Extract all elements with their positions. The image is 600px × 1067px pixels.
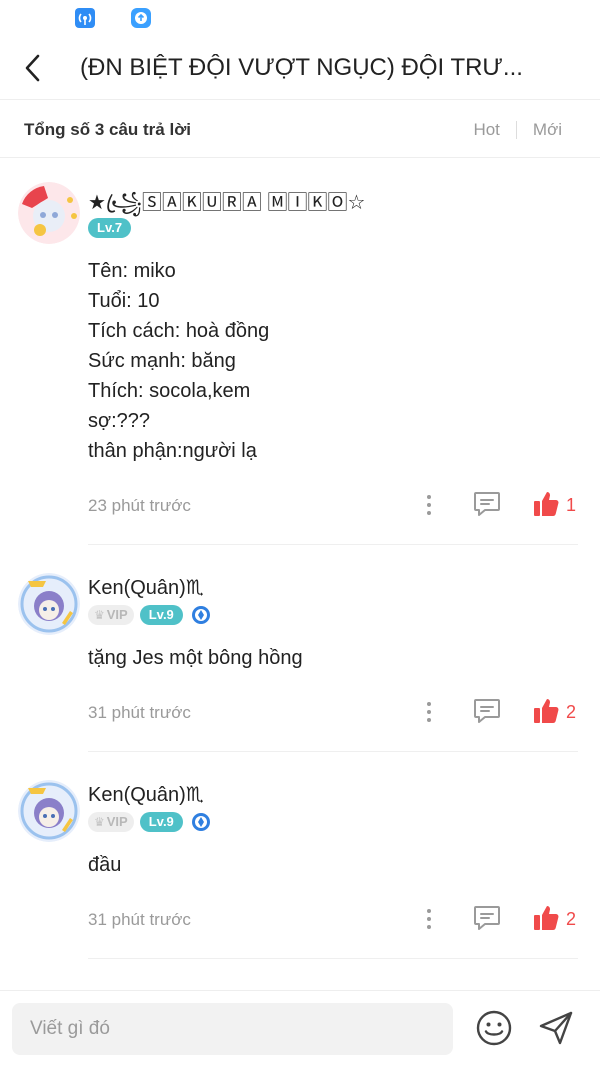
comment-time: 23 phút trước (88, 496, 191, 515)
vip-badge: ♛ VIP (88, 812, 134, 832)
comment-author[interactable]: Ken(Quân)♏ (88, 782, 204, 807)
comment-icon (474, 906, 500, 930)
comment-line: Thích: socola,kem (88, 380, 251, 402)
comment-divider (88, 544, 578, 545)
send-icon (539, 1011, 573, 1045)
more-vertical-icon (427, 702, 431, 722)
reply-button[interactable] (472, 904, 502, 932)
reply-button[interactable] (472, 490, 502, 518)
vip-badge: ♛ VIP (88, 605, 134, 625)
comment-line: Tên: miko (88, 260, 176, 282)
comment-text: Tên: miko Tuổi: 10 Tích cách: hoà đồng S… (88, 256, 269, 466)
vip-label: VIP (106, 814, 128, 829)
comment-input[interactable] (12, 1003, 453, 1055)
thumbs-up-icon (534, 699, 559, 723)
avatar[interactable] (18, 182, 80, 244)
comment-line: sợ:??? (88, 410, 151, 432)
page-title: (ĐN BIỆT ĐỘI VƯỢT NGỤC) ĐỘI TRƯ... (80, 54, 523, 81)
hotspot-icon (75, 8, 95, 28)
comment-composer (0, 990, 600, 1067)
comment-line: tặng Jes một bông hồng (88, 647, 303, 669)
level-badge: Lv.7 (88, 218, 132, 238)
verified-shield-icon (191, 813, 210, 831)
comment-divider (88, 751, 578, 752)
sort-tabs: Hot Mới (473, 120, 562, 140)
comment-line: Sức mạnh: băng (88, 350, 236, 372)
top-bar: (ĐN BIỆT ĐỘI VƯỢT NGỤC) ĐỘI TRƯ... (0, 36, 600, 100)
comment-icon (474, 492, 500, 516)
send-button[interactable] (536, 1008, 576, 1048)
avatar[interactable] (18, 573, 80, 635)
author-badges: ♛ VIP Lv.9 (88, 605, 211, 625)
comment-icon (474, 699, 500, 723)
author-badges: ♛ VIP Lv.9 (88, 812, 211, 832)
comment-line: thân phận:người lạ (88, 440, 257, 462)
sort-divider (515, 121, 517, 139)
like-count: 2 (566, 909, 577, 929)
comment-time: 31 phút trước (88, 910, 191, 929)
sort-new-tab[interactable]: Mới (533, 120, 562, 140)
chevron-left-icon (25, 54, 40, 82)
comment-time: 31 phút trước (88, 703, 191, 722)
like-count: 2 (566, 702, 577, 722)
comment-author[interactable]: Ken(Quân)♏ (88, 575, 204, 600)
verified-shield-icon (191, 606, 210, 624)
reply-summary-bar: Tổng số 3 câu trả lời Hot Mới (0, 100, 600, 158)
level-badge: Lv.9 (139, 605, 183, 625)
more-options-button[interactable] (420, 907, 438, 931)
thumbs-up-icon (534, 906, 559, 930)
status-bar (0, 0, 600, 36)
comment-divider (88, 958, 578, 959)
avatar[interactable] (18, 780, 80, 842)
reply-count: Tổng số 3 câu trả lời (24, 120, 192, 139)
like-button[interactable] (532, 490, 560, 518)
crown-icon: ♛ (94, 608, 105, 622)
back-button[interactable] (16, 50, 52, 86)
more-options-button[interactable] (420, 493, 438, 517)
comment-text: tặng Jes một bông hồng (88, 643, 303, 673)
more-vertical-icon (427, 495, 431, 515)
like-count: 1 (566, 495, 577, 515)
like-button[interactable] (532, 904, 560, 932)
smiley-icon (476, 1010, 512, 1046)
comment-line: Tích cách: hoà đồng (88, 320, 270, 342)
level-badge: Lv.9 (139, 812, 183, 832)
thumbs-up-icon (534, 492, 559, 516)
vip-label: VIP (106, 607, 128, 622)
sort-hot-tab[interactable]: Hot (473, 120, 499, 140)
more-vertical-icon (427, 909, 431, 929)
comment-line: Tuổi: 10 (88, 290, 160, 312)
crown-icon: ♛ (94, 815, 105, 829)
reply-button[interactable] (472, 697, 502, 725)
comment-line: đầu (88, 854, 122, 876)
more-options-button[interactable] (420, 700, 438, 724)
like-button[interactable] (532, 697, 560, 725)
comment-text: đầu (88, 850, 121, 880)
emoji-button[interactable] (474, 1008, 514, 1048)
cloud-upload-icon (131, 8, 151, 28)
author-badges: Lv.7 (88, 218, 132, 238)
